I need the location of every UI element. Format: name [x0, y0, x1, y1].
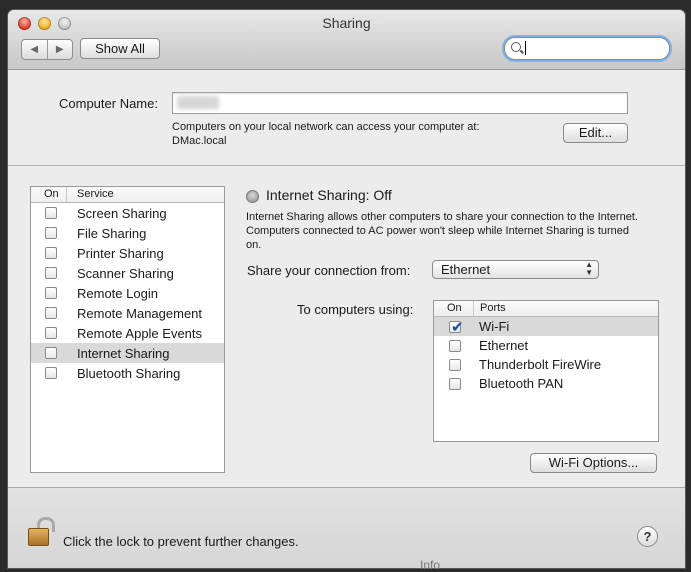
service-checkbox[interactable] [45, 227, 57, 239]
service-label: Remote Login [77, 285, 158, 301]
port-row-bluetooth-pan[interactable]: Bluetooth PAN [434, 374, 658, 393]
service-checkbox[interactable] [45, 327, 57, 339]
lock-icon[interactable] [28, 517, 55, 546]
port-checkbox[interactable] [449, 358, 461, 371]
search-field[interactable] [504, 37, 670, 60]
service-row-screen-sharing[interactable]: Screen Sharing [31, 203, 224, 223]
share-from-dropdown[interactable]: Ethernet ▲ ▼ [432, 260, 599, 279]
service-row-file-sharing[interactable]: File Sharing [31, 223, 224, 243]
service-row-remote-management[interactable]: Remote Management [31, 303, 224, 323]
service-label: Screen Sharing [77, 205, 167, 221]
service-list-header: On Service [31, 187, 224, 203]
back-forward-control: ◀ ▶ [21, 39, 73, 60]
col-service-header[interactable]: Service [67, 187, 114, 202]
service-label: Remote Management [77, 305, 203, 321]
service-row-remote-login[interactable]: Remote Login [31, 283, 224, 303]
computer-name-field[interactable] [172, 92, 628, 114]
port-row-wifi[interactable]: ✔ Wi-Fi [434, 317, 658, 336]
service-label: Bluetooth Sharing [77, 365, 181, 381]
sharing-window: Sharing ◀ ▶ Show All Computer Name: Comp… [8, 10, 685, 568]
port-label: Ethernet [479, 338, 529, 353]
back-arrow-icon[interactable]: ◀ [22, 40, 47, 59]
ports-col-on-header[interactable]: On [434, 301, 474, 316]
show-all-button[interactable]: Show All [80, 38, 160, 59]
service-checkbox[interactable] [45, 307, 57, 319]
share-from-value: Ethernet [441, 262, 491, 277]
port-label: Bluetooth PAN [479, 376, 564, 391]
service-label: Printer Sharing [77, 245, 164, 261]
window-title: Sharing [322, 15, 371, 31]
service-checkbox[interactable] [45, 267, 57, 279]
forward-arrow-icon[interactable]: ▶ [46, 40, 73, 59]
lock-text: Click the lock to prevent further change… [63, 534, 299, 549]
ports-list-header: On Ports [434, 301, 658, 317]
service-row-bluetooth-sharing[interactable]: Bluetooth Sharing [31, 363, 224, 383]
ports-col-ports-header[interactable]: Ports [474, 301, 506, 316]
service-label: Internet Sharing [77, 345, 170, 361]
service-checkbox[interactable] [45, 207, 57, 219]
service-row-remote-apple-events[interactable]: Remote Apple Events [31, 323, 224, 343]
port-checkbox[interactable] [449, 377, 461, 390]
service-row-printer-sharing[interactable]: Printer Sharing [31, 243, 224, 263]
internet-sharing-description: Internet Sharing allows other computers … [246, 211, 638, 251]
port-label: Wi-Fi [479, 319, 510, 334]
port-checkbox[interactable] [449, 339, 461, 352]
computer-name-label: Computer Name: [59, 96, 158, 111]
section-divider [8, 165, 685, 166]
to-computers-label: To computers using: [297, 302, 414, 317]
service-list: On Service Screen Sharing File Sharing P… [30, 186, 225, 473]
port-label: Thunderbolt FireWire [479, 357, 602, 372]
col-on-header[interactable]: On [31, 187, 67, 202]
service-checkbox[interactable] [45, 347, 57, 359]
service-checkbox[interactable] [45, 287, 57, 299]
text-cursor [525, 41, 526, 55]
service-label: Remote Apple Events [77, 325, 203, 341]
service-checkbox[interactable] [45, 367, 57, 379]
port-row-ethernet[interactable]: Ethernet [434, 336, 658, 355]
internet-sharing-status: Internet Sharing: Off [266, 187, 392, 203]
wifi-options-button[interactable]: Wi-Fi Options... [530, 453, 657, 473]
updown-arrow-icon: ▲ ▼ [585, 260, 593, 277]
access-info-text: Computers on your local network can acce… [172, 121, 480, 133]
computer-name-value-blurred [177, 96, 219, 109]
local-address: DMac.local [172, 135, 227, 147]
port-checkbox[interactable]: ✔ [449, 318, 464, 336]
service-label: File Sharing [77, 225, 147, 241]
service-row-scanner-sharing[interactable]: Scanner Sharing [31, 263, 224, 283]
search-icon [511, 42, 521, 52]
port-row-thunderbolt-firewire[interactable]: Thunderbolt FireWire [434, 355, 658, 374]
status-indicator-icon [246, 190, 259, 203]
service-label: Scanner Sharing [77, 265, 174, 281]
service-checkbox[interactable] [45, 247, 57, 259]
footer-bar: Click the lock to prevent further change… [8, 487, 685, 568]
edit-button[interactable]: Edit... [563, 123, 628, 143]
ports-list: On Ports ✔ Wi-Fi Ethernet Thunderbolt Fi… [433, 300, 659, 442]
title-bar: Sharing ◀ ▶ Show All [8, 10, 685, 70]
help-button[interactable]: ? [637, 526, 658, 547]
share-from-label: Share your connection from: [247, 263, 411, 278]
service-row-internet-sharing[interactable]: Internet Sharing [31, 343, 224, 363]
checkmark-icon: ✔ [451, 318, 464, 336]
